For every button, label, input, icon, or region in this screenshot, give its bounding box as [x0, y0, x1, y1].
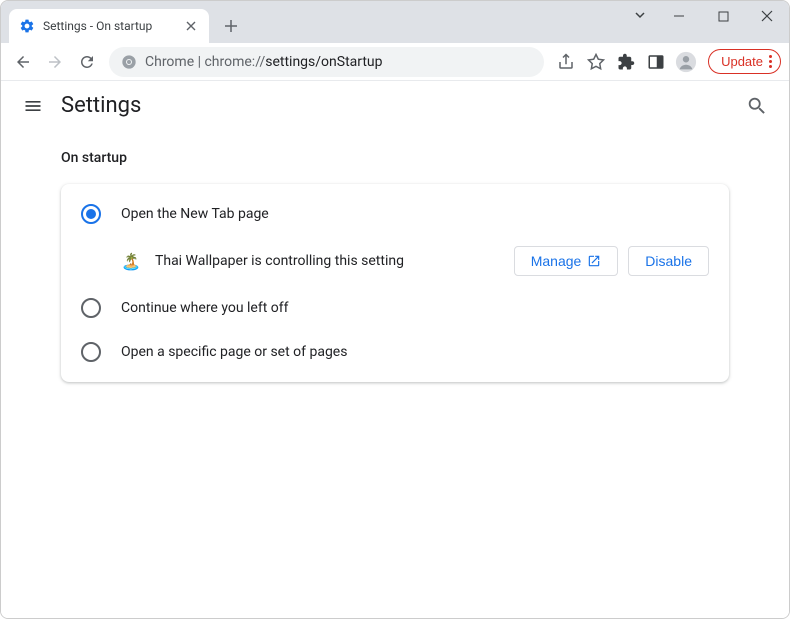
new-tab-button[interactable]: [217, 12, 245, 40]
profile-icon[interactable]: [672, 48, 700, 76]
section-title: On startup: [61, 150, 729, 166]
window-minimize-button[interactable]: [657, 1, 701, 31]
extensions-icon[interactable]: [612, 48, 640, 76]
external-link-icon: [587, 254, 601, 268]
chrome-icon: [121, 54, 137, 70]
tab-title: Settings - On startup: [43, 19, 175, 33]
bookmark-icon[interactable]: [582, 48, 610, 76]
update-button[interactable]: Update: [708, 49, 781, 74]
search-button[interactable]: [745, 94, 769, 118]
extension-app-icon: 🏝️: [121, 251, 141, 271]
option-label: Open a specific page or set of pages: [121, 344, 347, 360]
update-label: Update: [721, 54, 763, 69]
chevron-down-icon[interactable]: [633, 8, 649, 24]
window-maximize-button[interactable]: [701, 1, 745, 31]
option-label: Open the New Tab page: [121, 206, 269, 222]
content-header: Settings: [1, 81, 789, 130]
menu-button[interactable]: [21, 94, 45, 118]
browser-tab[interactable]: Settings - On startup: [9, 9, 209, 43]
option-continue[interactable]: Continue where you left off: [61, 286, 729, 330]
titlebar: Settings - On startup: [1, 1, 789, 43]
omnibox-url: Chrome | chrome://settings/onStartup: [145, 54, 383, 70]
disable-button[interactable]: Disable: [628, 246, 709, 276]
manage-button[interactable]: Manage: [514, 246, 619, 276]
startup-card: Open the New Tab page 🏝️ Thai Wallpaper …: [61, 184, 729, 382]
radio-icon[interactable]: [81, 298, 101, 318]
radio-selected-icon[interactable]: [81, 204, 101, 224]
back-button[interactable]: [9, 48, 37, 76]
option-label: Continue where you left off: [121, 300, 289, 316]
page-title: Settings: [61, 93, 729, 118]
sidepanel-icon[interactable]: [642, 48, 670, 76]
radio-icon[interactable]: [81, 342, 101, 362]
option-specific-pages[interactable]: Open a specific page or set of pages: [61, 330, 729, 374]
forward-button[interactable]: [41, 48, 69, 76]
settings-favicon-icon: [19, 18, 35, 34]
toolbar: Chrome | chrome://settings/onStartup Upd…: [1, 43, 789, 81]
option-new-tab[interactable]: Open the New Tab page: [61, 192, 729, 236]
menu-dots-icon: [769, 55, 772, 68]
window-close-button[interactable]: [745, 1, 789, 31]
share-icon[interactable]: [552, 48, 580, 76]
extension-notice: 🏝️ Thai Wallpaper is controlling this se…: [61, 236, 729, 286]
reload-button[interactable]: [73, 48, 101, 76]
extension-message: Thai Wallpaper is controlling this setti…: [155, 253, 500, 269]
omnibox[interactable]: Chrome | chrome://settings/onStartup: [109, 47, 544, 77]
tab-close-icon[interactable]: [183, 18, 199, 34]
